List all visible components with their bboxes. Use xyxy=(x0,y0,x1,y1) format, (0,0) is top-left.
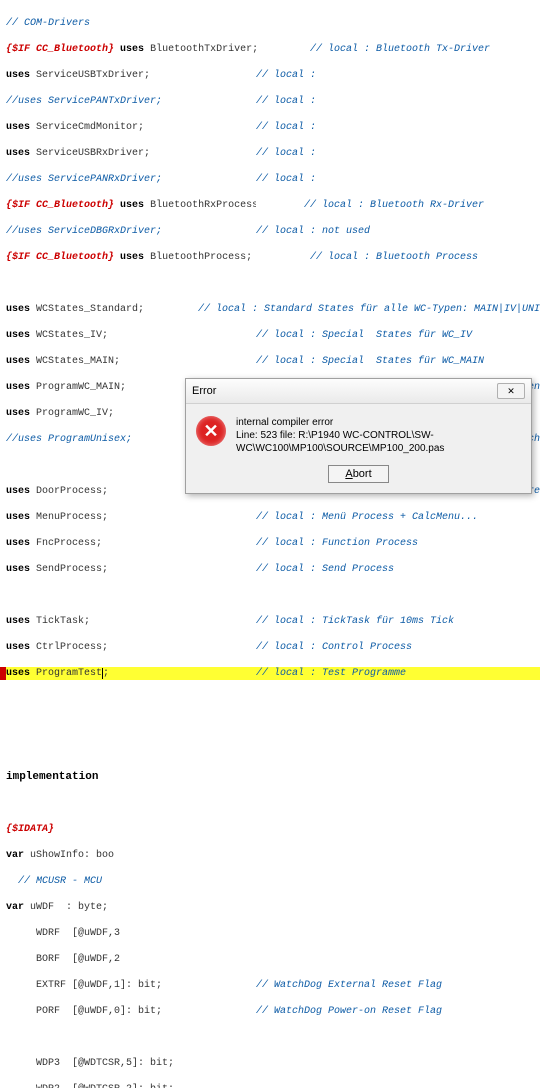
comment: // local : xyxy=(256,69,316,82)
var-decl: WDP2 [@WDTCSR,2]: bit; xyxy=(6,1083,174,1088)
comment: // COM-Drivers xyxy=(6,17,90,30)
error-dialog: Error ✕ ✕ internal compiler error Line: … xyxy=(185,378,532,494)
var-decl: WDRF [@uWDF,3 xyxy=(6,927,120,940)
comment: // local : xyxy=(256,147,316,160)
keyword-uses: uses xyxy=(120,200,144,211)
abort-button[interactable]: Abort xyxy=(328,465,388,483)
comment: // local : Menü Process + CalcMenu... xyxy=(256,511,478,524)
comment: // local : Test Programme xyxy=(256,667,406,680)
comment: // local : Special States für WC_IV xyxy=(256,329,472,342)
keyword-uses: uses xyxy=(6,70,30,81)
dialog-title-text: Error xyxy=(192,385,216,398)
keyword-uses: uses xyxy=(6,122,30,133)
keyword-var: var xyxy=(6,849,24,862)
comment: //uses ServiceDBGRxDriver; xyxy=(6,225,256,238)
keyword-uses: uses xyxy=(120,252,144,263)
unit: ProgramWC_IV; xyxy=(30,408,114,419)
keyword-implementation: implementation xyxy=(6,771,98,784)
directive: {$IDATA} xyxy=(6,823,54,836)
keyword-uses: uses xyxy=(6,356,30,367)
unit: ServiceUSBRxDriver; xyxy=(30,148,150,159)
highlighted-line[interactable]: uses ProgramTest;// local : Test Program… xyxy=(6,667,540,680)
keyword-uses: uses xyxy=(6,486,30,497)
unit: CtrlProcess; xyxy=(30,642,108,653)
keyword-uses: uses xyxy=(6,642,30,653)
comment: // local : not used xyxy=(256,225,370,238)
unit: BluetoothRxProcess; xyxy=(144,200,256,211)
comment: // local : xyxy=(256,173,316,186)
var-decl: uShowInfo: boo xyxy=(24,849,114,862)
comment: // local : xyxy=(256,121,316,134)
keyword-uses: uses xyxy=(6,382,30,393)
keyword-uses: uses xyxy=(6,304,30,315)
unit: TickTask; xyxy=(30,616,90,627)
var-decl: WDP3 [@WDTCSR,5]: bit; xyxy=(6,1057,174,1070)
comment: //uses ServicePANTxDriver; xyxy=(6,95,256,108)
abort-label: bort xyxy=(353,468,372,480)
unit: ServiceUSBTxDriver; xyxy=(30,70,150,81)
keyword-uses: uses xyxy=(6,668,30,679)
comment: // local : xyxy=(256,95,316,108)
directive: {$IF CC_Bluetooth} xyxy=(6,200,114,211)
unit: BluetoothProcess; xyxy=(144,252,256,263)
comment: // MCUSR - MCU xyxy=(6,875,102,888)
comment: // WatchDog External Reset Flag xyxy=(256,979,442,992)
comment: // local : Bluetooth Rx-Driver xyxy=(256,199,484,212)
var-decl: uWDF : byte; xyxy=(24,901,108,914)
keyword-uses: uses xyxy=(6,408,30,419)
comment: // local : Bluetooth Tx-Driver xyxy=(256,43,490,56)
directive: {$IF CC_Bluetooth} xyxy=(6,252,114,263)
var-decl: BORF [@uWDF,2 xyxy=(6,953,120,966)
unit: WCStates_IV; xyxy=(30,330,108,341)
unit: ProgramWC_MAIN; xyxy=(30,382,126,393)
code-editor[interactable]: // COM-Drivers {$IF CC_Bluetooth} uses B… xyxy=(0,0,540,1088)
error-message-line2: Line: 523 file: R:\P1940 WC-CONTROL\SW-W… xyxy=(236,429,521,455)
keyword-uses: uses xyxy=(6,616,30,627)
unit: WCStates_MAIN; xyxy=(30,356,120,367)
keyword-uses: uses xyxy=(6,512,30,523)
comment: // local : Special States für WC_MAIN xyxy=(256,355,484,368)
comment: //uses ServicePANRxDriver; xyxy=(6,173,256,186)
dialog-titlebar[interactable]: Error ✕ xyxy=(186,379,531,404)
keyword-uses: uses xyxy=(120,44,144,55)
unit: ProgramTest xyxy=(30,668,102,679)
unit: ServiceCmdMonitor; xyxy=(30,122,144,133)
error-icon: ✕ xyxy=(196,416,226,446)
error-message-line1: internal compiler error xyxy=(236,416,521,429)
close-button[interactable]: ✕ xyxy=(497,383,525,399)
unit: WCStates_Standard; xyxy=(30,304,144,315)
comment: // local : Standard States für alle WC-T… xyxy=(198,303,540,316)
unit: MenuProcess; xyxy=(30,512,108,523)
keyword-uses: uses xyxy=(6,330,30,341)
keyword-uses: uses xyxy=(6,564,30,575)
unit: SendProcess; xyxy=(30,564,108,575)
directive: {$IF CC_Bluetooth} xyxy=(6,44,114,55)
comment: // local : Send Process xyxy=(256,563,394,576)
comment: // WatchDog Power-on Reset Flag xyxy=(256,1005,442,1018)
dialog-message: internal compiler error Line: 523 file: … xyxy=(236,416,521,455)
unit: BluetoothTxDriver; xyxy=(144,44,256,55)
var-decl: PORF [@uWDF,0]: bit; xyxy=(6,1005,256,1018)
close-icon: ✕ xyxy=(507,385,515,398)
comment: // local : Control Process xyxy=(256,641,412,654)
comment: // local : TickTask für 10ms Tick xyxy=(256,615,454,628)
comment: // local : Bluetooth Process xyxy=(256,251,478,264)
var-decl: EXTRF [@uWDF,1]: bit; xyxy=(6,979,256,992)
unit: DoorProcess; xyxy=(30,486,108,497)
keyword-var: var xyxy=(6,901,24,914)
keyword-uses: uses xyxy=(6,148,30,159)
